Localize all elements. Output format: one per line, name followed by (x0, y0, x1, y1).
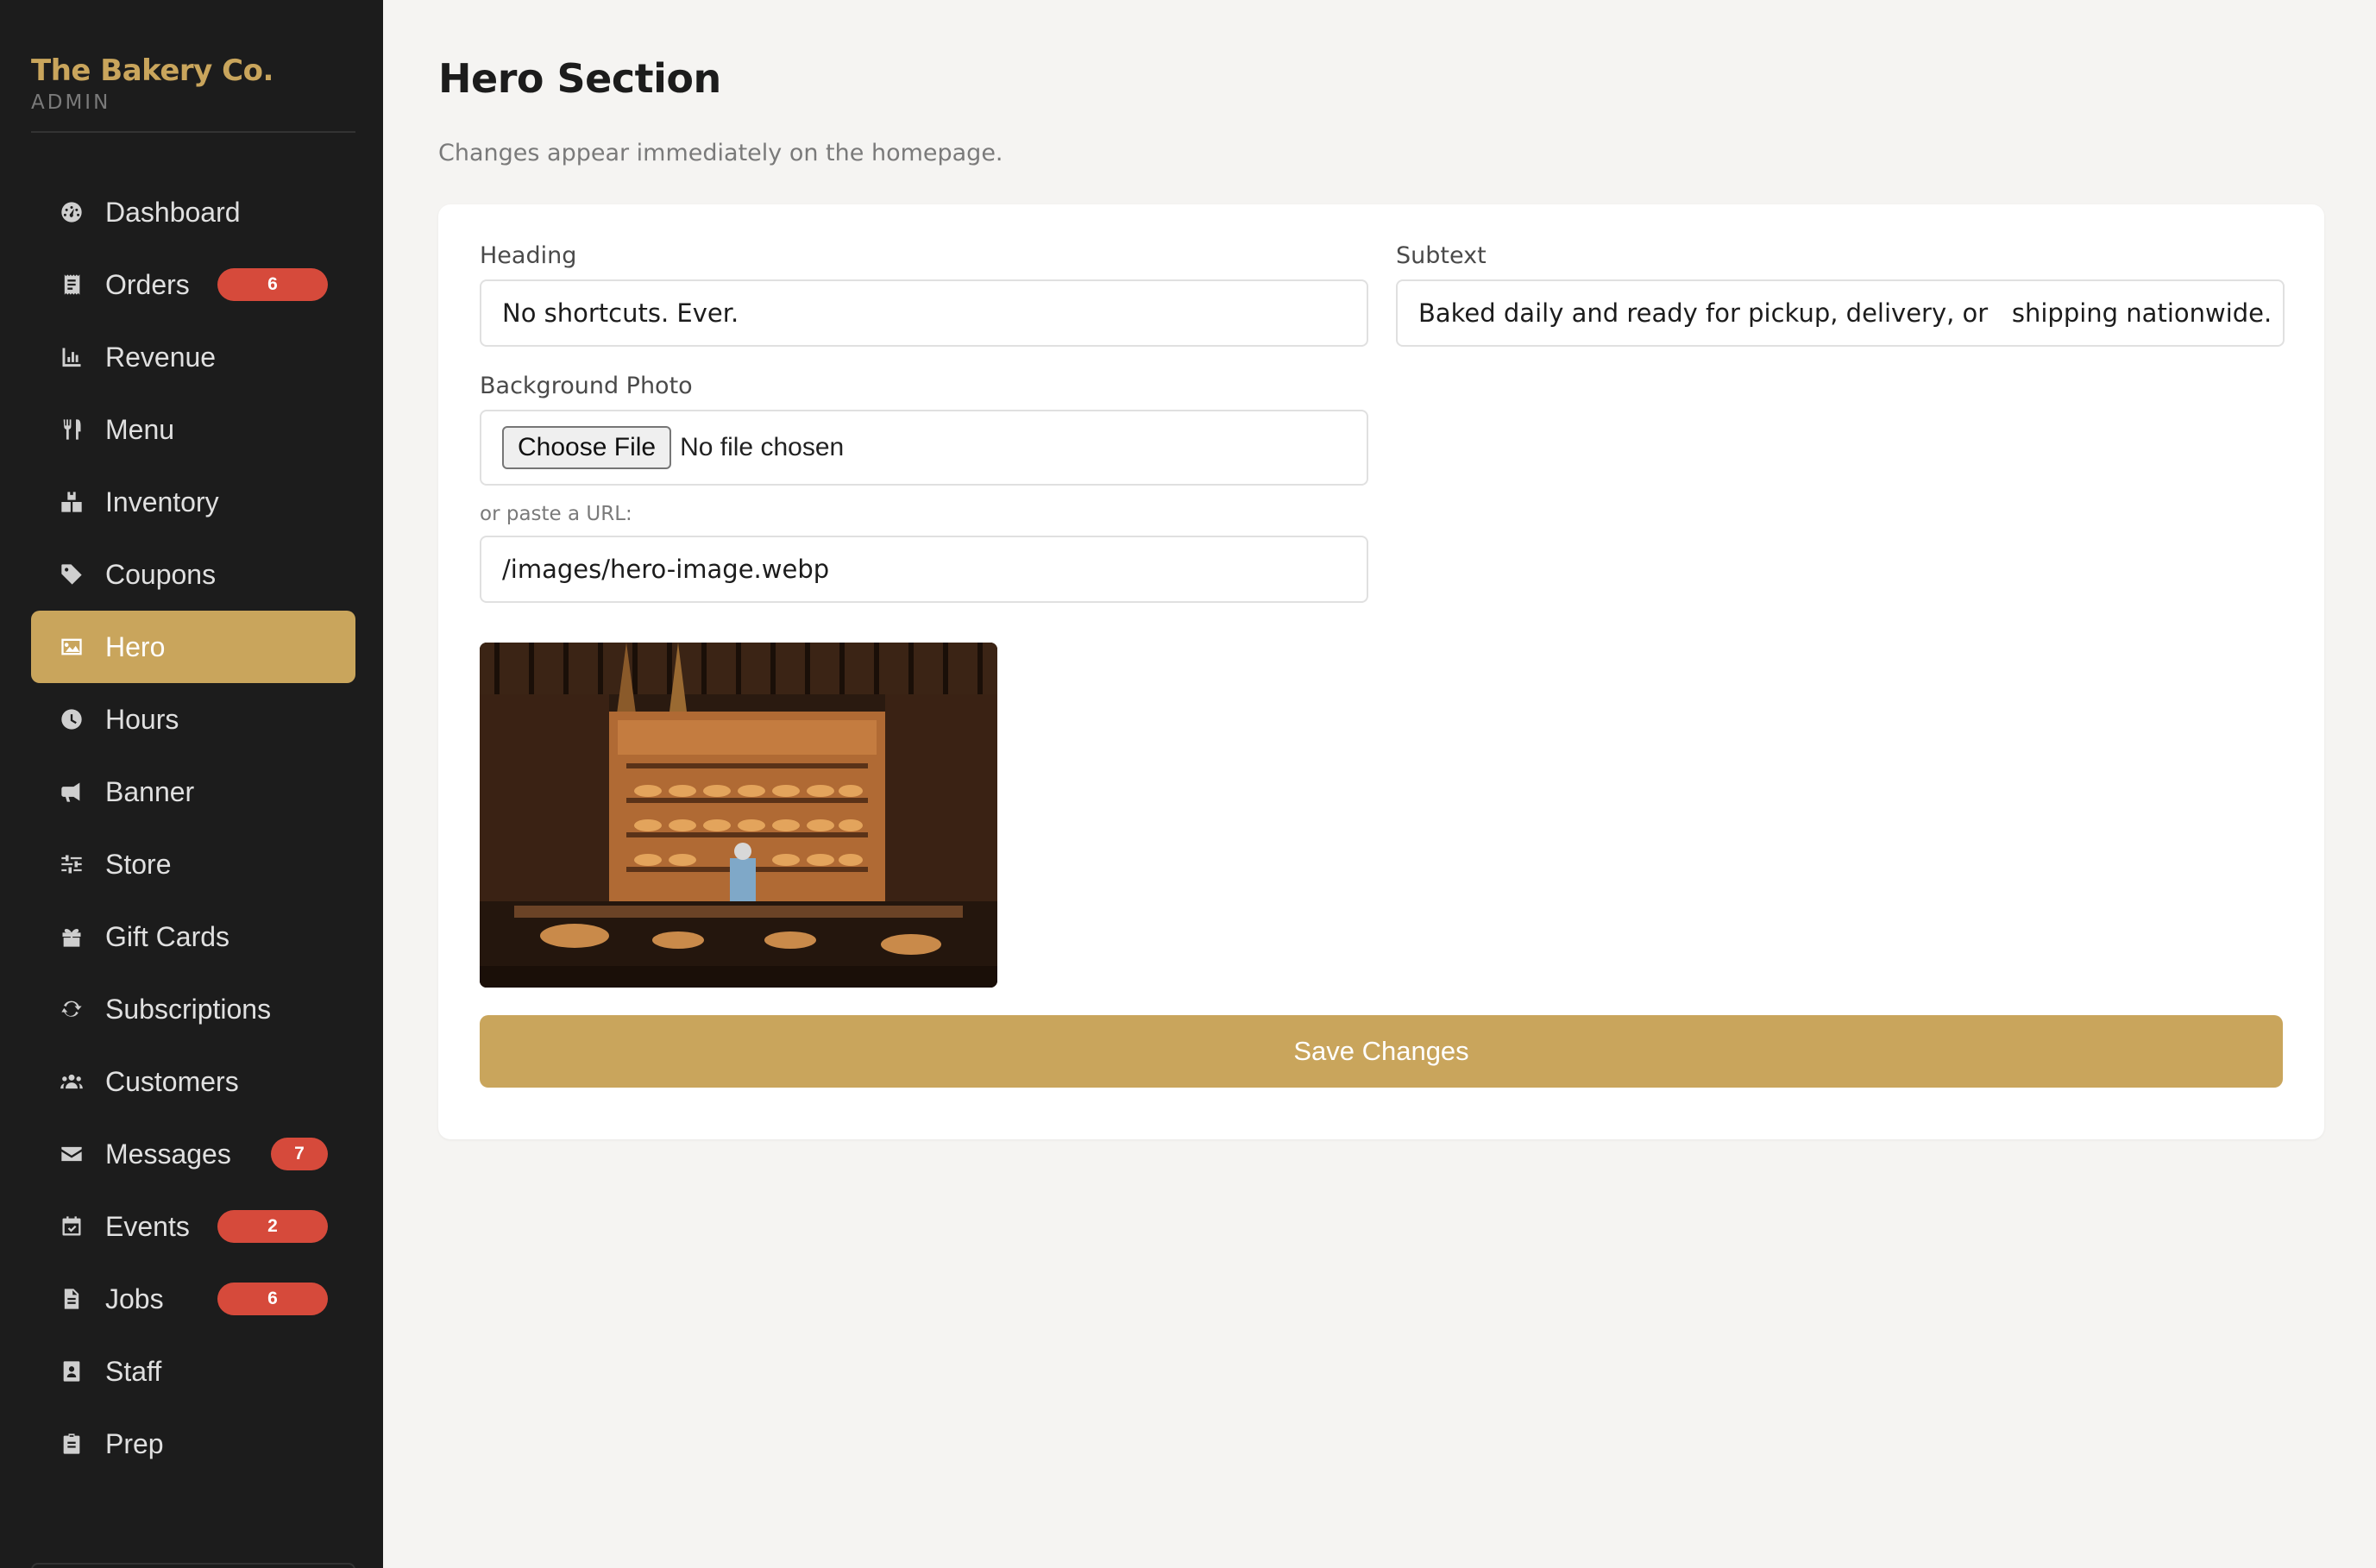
sidebar-item-hours[interactable]: Hours (31, 683, 355, 756)
bakery-photo-illustration (480, 643, 997, 988)
brand-divider (31, 131, 355, 133)
sidebar-item-banner[interactable]: Banner (31, 756, 355, 828)
sidebar-item-label: Customers (105, 1065, 239, 1097)
brand-name: The Bakery Co. (31, 53, 273, 88)
subtext-input[interactable]: Baked daily and ready for pickup, delive… (1396, 279, 2285, 347)
clock-icon (59, 706, 85, 732)
sidebar-item-coupons[interactable]: Coupons (31, 538, 355, 611)
background-photo-field: Background Photo Choose File No file cho… (480, 373, 1368, 603)
gift-icon (59, 924, 85, 950)
sidebar-item-dashboard[interactable]: Dashboard (31, 176, 355, 248)
sidebar-item-label: Staff (105, 1355, 162, 1387)
sidebar-item-gift-cards[interactable]: Gift Cards (31, 900, 355, 973)
page-subtitle: Changes appear immediately on the homepa… (438, 140, 1003, 166)
choose-file-button[interactable]: Choose File (502, 426, 672, 469)
events-count-badge: 2 (217, 1210, 328, 1243)
subtext-field: Subtext Baked daily and ready for pickup… (1396, 242, 2285, 347)
text-fields-row: Heading No shortcuts. Ever. Subtext Bake… (480, 242, 2285, 347)
sidebar-item-label: Inventory (105, 486, 219, 517)
sidebar-footer-edge (31, 1563, 355, 1568)
heading-label: Heading (480, 242, 577, 269)
hero-image-preview (480, 643, 997, 988)
sidebar-item-subscriptions[interactable]: Subscriptions (31, 973, 355, 1045)
tag-icon (59, 561, 85, 587)
main-content: Hero Section Changes appear immediately … (438, 0, 2324, 1139)
subtext-label: Subtext (1396, 242, 1487, 269)
file-input[interactable]: Choose File No file chosen (480, 410, 1368, 486)
page-title: Hero Section (438, 55, 721, 102)
calendar-icon (59, 1214, 85, 1239)
sidebar-item-label: Messages (105, 1138, 231, 1170)
sidebar-item-label: Dashboard (105, 196, 241, 228)
dashboard-icon (59, 199, 85, 225)
sidebar-item-inventory[interactable]: Inventory (31, 466, 355, 538)
sidebar-item-label: Hours (105, 703, 179, 735)
document-icon (59, 1286, 85, 1312)
users-icon (59, 1069, 85, 1094)
sliders-icon (59, 851, 85, 877)
sidebar-item-jobs[interactable]: Jobs 6 (31, 1263, 355, 1335)
sidebar-item-label: Banner (105, 775, 195, 807)
messages-count-badge: 7 (271, 1138, 328, 1170)
brand: The Bakery Co. ADMIN (31, 0, 383, 133)
sidebar-item-hero[interactable]: Hero (31, 611, 355, 683)
sidebar-nav: Dashboard Orders 6 Revenue Menu Inventor… (31, 176, 355, 1480)
sidebar-item-revenue[interactable]: Revenue (31, 321, 355, 393)
sidebar-item-customers[interactable]: Customers (31, 1045, 355, 1118)
url-input[interactable]: /images/hero-image.webp (480, 536, 1368, 603)
sidebar-item-label: Gift Cards (105, 920, 230, 952)
image-icon (59, 634, 85, 660)
brand-subtitle: ADMIN (31, 91, 111, 114)
background-photo-label: Background Photo (480, 373, 693, 399)
envelope-icon (59, 1141, 85, 1167)
sidebar-item-label: Subscriptions (105, 993, 272, 1025)
heading-input[interactable]: No shortcuts. Ever. (480, 279, 1368, 347)
sidebar-item-events[interactable]: Events 2 (31, 1190, 355, 1263)
url-label: or paste a URL: (480, 503, 632, 525)
sidebar-item-label: Hero (105, 630, 166, 662)
heading-field: Heading No shortcuts. Ever. (480, 242, 1368, 347)
file-status: No file chosen (680, 433, 845, 461)
utensils-icon (59, 417, 85, 442)
megaphone-icon (59, 779, 85, 805)
sidebar-item-messages[interactable]: Messages 7 (31, 1118, 355, 1190)
sidebar-item-label: Prep (105, 1427, 164, 1459)
sidebar-item-label: Jobs (105, 1283, 164, 1314)
sidebar-item-label: Coupons (105, 558, 217, 590)
sidebar: The Bakery Co. ADMIN Dashboard Orders 6 … (0, 0, 383, 1568)
id-badge-icon (59, 1358, 85, 1384)
sidebar-item-label: Store (105, 848, 172, 880)
refresh-icon (59, 996, 85, 1022)
orders-count-badge: 6 (217, 268, 328, 301)
boxes-icon (59, 489, 85, 515)
sidebar-item-label: Orders (105, 268, 190, 300)
sidebar-item-prep[interactable]: Prep (31, 1408, 355, 1480)
sidebar-item-label: Events (105, 1210, 190, 1242)
chart-icon (59, 344, 85, 370)
sidebar-item-store[interactable]: Store (31, 828, 355, 900)
sidebar-item-label: Revenue (105, 341, 217, 373)
receipt-icon (59, 272, 85, 298)
clipboard-icon (59, 1431, 85, 1457)
sidebar-item-staff[interactable]: Staff (31, 1335, 355, 1408)
sidebar-item-orders[interactable]: Orders 6 (31, 248, 355, 321)
jobs-count-badge: 6 (217, 1283, 328, 1315)
sidebar-item-label: Menu (105, 413, 175, 445)
hero-form-card: Heading No shortcuts. Ever. Subtext Bake… (438, 204, 2324, 1139)
sidebar-item-menu[interactable]: Menu (31, 393, 355, 466)
save-changes-button[interactable]: Save Changes (480, 1015, 2283, 1088)
